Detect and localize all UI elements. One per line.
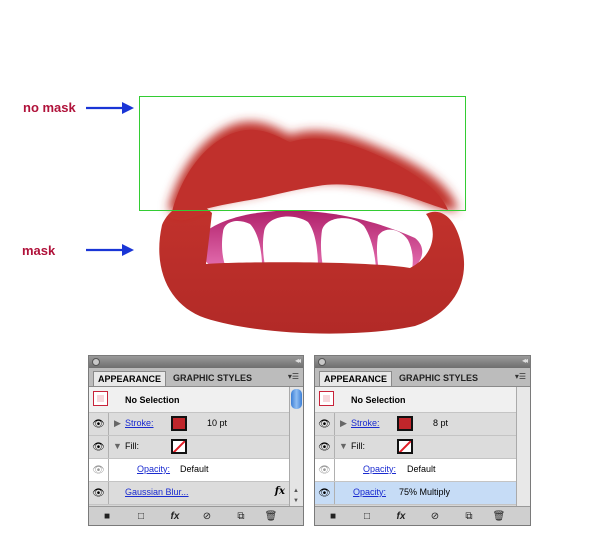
effect-row[interactable]: 👁 Gaussian Blur... fx (89, 482, 289, 505)
eye-icon[interactable]: 👁 (89, 459, 109, 481)
opacity-value: Default (407, 464, 436, 474)
eye-icon[interactable]: 👁 (315, 482, 335, 504)
clear-appearance-icon[interactable]: ⊘ (199, 509, 215, 523)
close-panel-icon[interactable] (318, 358, 326, 366)
fill-label: Fill: (351, 441, 365, 451)
selection-label: No Selection (125, 395, 180, 405)
eye-icon[interactable]: 👁 (315, 413, 335, 435)
eye-icon[interactable]: 👁 (89, 436, 109, 458)
eye-icon[interactable]: 👁 (89, 413, 109, 435)
selection-row[interactable]: No Selection (315, 387, 516, 413)
opacity-row[interactable]: 👁 Opacity: Default (315, 459, 516, 482)
appearance-panel[interactable]: ◂◂ APPEARANCE GRAPHIC STYLES ▾☰ No Selec… (88, 355, 304, 526)
fill-none-swatch[interactable] (397, 439, 413, 454)
stroke-swatch[interactable] (397, 416, 413, 431)
clear-appearance-icon[interactable]: ⊘ (427, 509, 443, 523)
stroke-weight[interactable]: 10 pt (207, 418, 227, 428)
selection-thumbnail-icon (93, 391, 108, 406)
trash-icon[interactable]: 🗑 (263, 509, 279, 523)
tab-appearance[interactable]: APPEARANCE (93, 371, 167, 386)
opacity-value: 75% Multiply (399, 487, 451, 497)
add-effect-icon[interactable]: fx (393, 509, 409, 523)
opacity-row-selected[interactable]: 👁 Opacity: 75% Multiply (315, 482, 516, 505)
stroke-link[interactable]: Stroke: (351, 418, 380, 428)
panel-menu-icon[interactable]: ▾☰ (288, 372, 299, 381)
expand-triangle-icon[interactable]: ▶ (340, 418, 347, 429)
stroke-link[interactable]: Stroke: (125, 418, 154, 428)
add-stroke-icon[interactable]: ■ (99, 509, 115, 523)
panel-menu-icon[interactable]: ▾☰ (515, 372, 526, 381)
opacity-value: Default (180, 464, 209, 474)
fill-none-swatch[interactable] (171, 439, 187, 454)
add-fill-icon[interactable]: □ (133, 509, 149, 523)
stroke-row[interactable]: 👁 ▶ Stroke: 8 pt (315, 413, 516, 436)
selection-label: No Selection (351, 395, 406, 405)
opacity-link[interactable]: Opacity: (137, 464, 170, 474)
duplicate-icon[interactable]: ⧉ (461, 509, 477, 523)
collapse-triangle-icon[interactable]: ▼ (339, 441, 348, 451)
fx-icon[interactable]: fx (275, 486, 285, 497)
lips-artwork[interactable] (0, 0, 600, 350)
opacity-link[interactable]: Opacity: (353, 487, 386, 497)
add-stroke-icon[interactable]: ■ (325, 509, 341, 523)
eye-icon[interactable]: 👁 (89, 482, 109, 504)
tab-graphic-styles[interactable]: GRAPHIC STYLES (395, 371, 482, 386)
scrollbar[interactable]: ▲ ▼ (289, 387, 303, 506)
duplicate-icon[interactable]: ⧉ (233, 509, 249, 523)
fill-row[interactable]: 👁 ▼ Fill: (315, 436, 516, 459)
collapse-triangle-icon[interactable]: ▼ (113, 441, 122, 451)
add-fill-icon[interactable]: □ (359, 509, 375, 523)
selection-row[interactable]: No Selection (89, 387, 289, 413)
selection-thumbnail-icon (319, 391, 334, 406)
scrollbar[interactable] (516, 387, 530, 506)
stroke-row[interactable]: 👁 ▶ Stroke: 10 pt (89, 413, 289, 436)
eye-icon[interactable]: 👁 (315, 436, 335, 458)
stroke-swatch[interactable] (171, 416, 187, 431)
close-panel-icon[interactable] (92, 358, 100, 366)
scroll-down-icon[interactable]: ▼ (293, 498, 299, 504)
appearance-panel[interactable]: ◂◂ APPEARANCE GRAPHIC STYLES ▾☰ No Selec… (314, 355, 531, 526)
fill-label: Fill: (125, 441, 139, 451)
tab-appearance[interactable]: APPEARANCE (319, 371, 393, 386)
collapse-icon[interactable]: ◂◂ (295, 356, 301, 365)
stroke-weight[interactable]: 8 pt (433, 418, 448, 428)
expand-triangle-icon[interactable]: ▶ (114, 418, 121, 429)
collapse-icon[interactable]: ◂◂ (522, 356, 528, 365)
scroll-up-icon[interactable]: ▲ (293, 488, 299, 494)
add-effect-icon[interactable]: fx (167, 509, 183, 523)
gaussian-blur-link[interactable]: Gaussian Blur... (125, 487, 189, 497)
tab-graphic-styles[interactable]: GRAPHIC STYLES (169, 371, 256, 386)
trash-icon[interactable]: 🗑 (491, 509, 507, 523)
eye-icon[interactable]: 👁 (315, 459, 335, 481)
fill-row[interactable]: 👁 ▼ Fill: (89, 436, 289, 459)
opacity-link[interactable]: Opacity: (363, 464, 396, 474)
opacity-row[interactable]: 👁 Opacity: Default (89, 459, 289, 482)
scrollbar-thumb[interactable] (291, 389, 302, 409)
